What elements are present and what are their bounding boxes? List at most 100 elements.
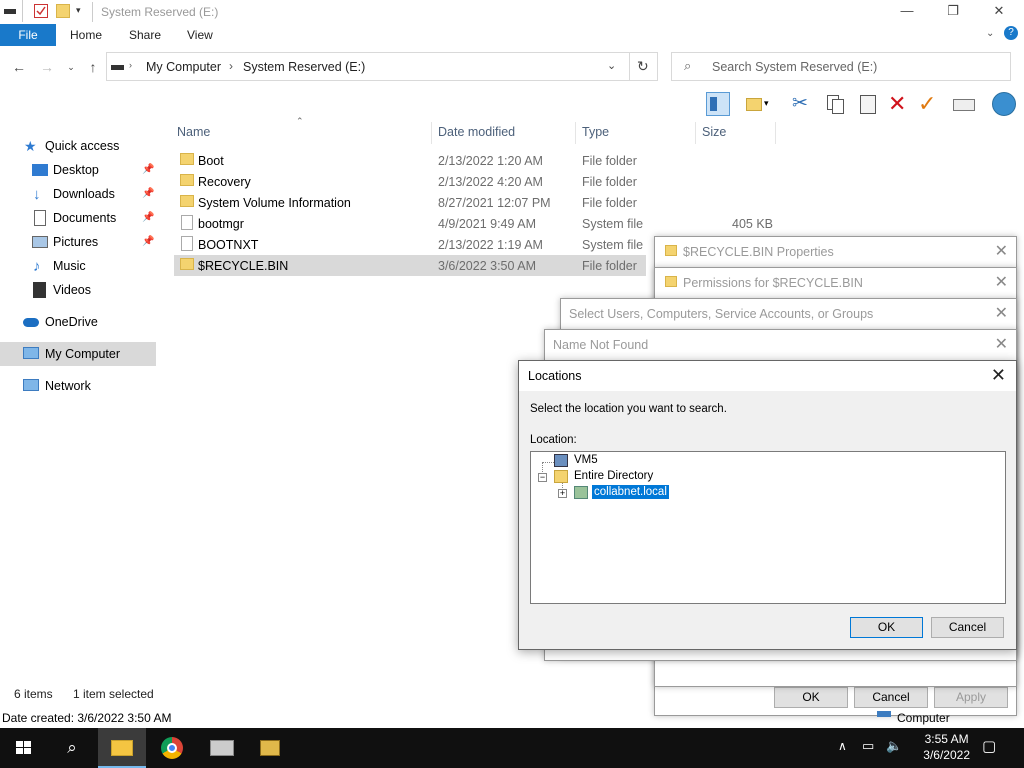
nav-documents[interactable]: Documents 📌 — [0, 206, 156, 230]
pin-icon[interactable]: 📌 — [142, 188, 154, 199]
pictures-icon — [32, 236, 48, 248]
forward-icon[interactable]: → — [38, 58, 56, 76]
nav-pictures[interactable]: Pictures 📌 — [0, 230, 156, 254]
file-explorer-taskbar-button[interactable] — [98, 728, 146, 768]
file-type: File folder — [582, 196, 637, 210]
close-icon[interactable]: ✕ — [995, 303, 1008, 323]
collapse-icon[interactable]: − — [538, 473, 547, 482]
tree-node-vm5[interactable]: VM5 — [574, 454, 598, 466]
breadcrumb-current[interactable]: System Reserved (E:) — [243, 60, 365, 74]
ok-button[interactable]: OK — [850, 617, 923, 638]
tree-node-collabnet-local[interactable]: collabnet.local — [591, 484, 670, 500]
show-hidden-icons-icon[interactable]: ∧ — [838, 739, 847, 753]
network-tray-icon[interactable]: ▭ — [862, 738, 874, 754]
server-manager-icon — [210, 740, 234, 756]
server-manager-taskbar-button[interactable] — [198, 728, 246, 768]
file-type: System file — [582, 238, 644, 252]
file-row[interactable]: System Volume Information 8/27/2021 12:0… — [174, 192, 646, 213]
tab-share[interactable]: Share — [129, 24, 161, 46]
minimize-button[interactable]: — — [884, 0, 930, 24]
cancel-button[interactable]: Cancel — [931, 617, 1004, 638]
location-tree[interactable]: VM5 − Entire Directory + collabnet.local — [530, 451, 1006, 604]
close-icon[interactable]: ✕ — [991, 365, 1006, 386]
file-row[interactable]: Boot 2/13/2022 1:20 AM File folder — [174, 150, 646, 171]
nav-onedrive[interactable]: OneDrive — [0, 310, 156, 334]
name-not-found-dialog-title: Name Not Found — [553, 338, 649, 352]
properties-apply-button[interactable]: Apply — [934, 687, 1008, 708]
properties-icon[interactable] — [34, 4, 48, 18]
tab-file[interactable]: File — [0, 24, 56, 46]
properties-cancel-button[interactable]: Cancel — [854, 687, 928, 708]
help-icon[interactable]: ? — [1004, 26, 1018, 40]
properties-ok-button[interactable]: OK — [774, 687, 848, 708]
pin-icon[interactable]: 📌 — [142, 212, 154, 223]
file-row-selected[interactable]: $RECYCLE.BIN 3/6/2022 3:50 AM File folde… — [174, 255, 646, 276]
file-name: Recovery — [198, 175, 251, 189]
nav-downloads[interactable]: ↓ Downloads 📌 — [0, 182, 156, 206]
maximize-button[interactable]: ❐ — [930, 0, 976, 24]
column-separator[interactable] — [431, 122, 432, 144]
expand-ribbon-icon[interactable]: ⌄ — [986, 28, 994, 39]
column-header-date[interactable]: Date modified — [438, 125, 515, 139]
column-header-type[interactable]: Type — [582, 125, 609, 139]
search-input[interactable]: ⌕ Search System Reserved (E:) — [671, 52, 1011, 81]
pin-icon[interactable]: 📌 — [142, 236, 154, 247]
expand-icon[interactable]: + — [558, 489, 567, 498]
nav-music[interactable]: ♪ Music — [0, 254, 156, 278]
rename-check-icon[interactable]: ✓ — [918, 92, 942, 116]
up-icon[interactable]: ↑ — [84, 58, 102, 76]
close-icon[interactable]: ✕ — [995, 272, 1008, 292]
preview-pane-icon[interactable] — [706, 92, 730, 116]
tree-node-entire-directory[interactable]: Entire Directory — [574, 470, 653, 482]
column-separator[interactable] — [695, 122, 696, 144]
cut-icon[interactable]: ✂ — [792, 92, 816, 116]
file-row[interactable]: BOOTNXT 2/13/2022 1:19 AM System file — [174, 234, 646, 255]
nav-desktop[interactable]: Desktop 📌 — [0, 158, 156, 182]
drive-icon — [4, 9, 16, 14]
nav-videos[interactable]: Videos — [0, 278, 156, 302]
column-header-name[interactable]: Name — [177, 125, 210, 139]
search-taskbar-icon[interactable]: ⌕ — [48, 728, 96, 768]
nav-label: Desktop — [53, 163, 99, 177]
music-icon: ♪ — [33, 258, 41, 275]
nav-quick-access[interactable]: ★ Quick access — [0, 134, 156, 158]
file-name: BOOTNXT — [198, 238, 259, 252]
close-icon[interactable]: ✕ — [995, 334, 1008, 354]
close-button[interactable]: ✕ — [976, 0, 1022, 24]
nav-my-computer[interactable]: My Computer — [0, 342, 156, 366]
globe-icon[interactable] — [992, 92, 1016, 116]
tab-view[interactable]: View — [187, 24, 213, 46]
address-dropdown-icon[interactable]: ⌄ — [607, 59, 616, 72]
copy-icon[interactable] — [824, 92, 848, 116]
file-row[interactable]: bootmgr 4/9/2021 9:49 AM System file 405… — [174, 213, 774, 234]
pin-icon[interactable]: 📌 — [142, 164, 154, 175]
breadcrumb-separator-icon[interactable]: › — [229, 59, 233, 73]
delete-icon[interactable]: ✕ — [888, 92, 912, 116]
lock-folder-taskbar-button[interactable] — [246, 728, 294, 768]
back-icon[interactable]: ← — [10, 58, 28, 76]
file-type: System file — [582, 217, 644, 231]
nav-network[interactable]: Network — [0, 374, 156, 398]
address-bar[interactable]: › My Computer › System Reserved (E:) ⌄ ↻ — [106, 52, 658, 81]
close-icon[interactable]: ✕ — [995, 241, 1008, 261]
tab-home[interactable]: Home — [70, 24, 102, 46]
refresh-icon[interactable]: ↻ — [637, 58, 649, 75]
column-separator[interactable] — [575, 122, 576, 144]
breadcrumb-chevron-icon[interactable]: › — [129, 60, 132, 70]
new-folder-icon[interactable] — [56, 4, 70, 18]
volume-icon[interactable]: 🔈 — [886, 738, 902, 754]
file-row[interactable]: Recovery 2/13/2022 4:20 AM File folder — [174, 171, 646, 192]
action-center-icon[interactable]: ▢ — [982, 737, 996, 755]
column-header-size[interactable]: Size — [702, 125, 726, 139]
new-folder-dropdown-icon[interactable]: ▾ — [744, 92, 769, 116]
properties-partial-text: Computer — [897, 711, 950, 725]
properties-toolbar-icon[interactable] — [952, 92, 976, 116]
breadcrumb-my-computer[interactable]: My Computer — [146, 60, 221, 74]
column-separator[interactable] — [775, 122, 776, 144]
chrome-taskbar-button[interactable] — [148, 728, 196, 768]
paste-icon[interactable] — [856, 92, 880, 116]
start-button[interactable] — [0, 728, 48, 768]
recent-locations-icon[interactable]: ⌄ — [62, 58, 80, 76]
clock[interactable]: 3:55 AM 3/6/2022 — [923, 731, 970, 763]
customize-qat-icon[interactable]: ▾ — [76, 5, 81, 16]
